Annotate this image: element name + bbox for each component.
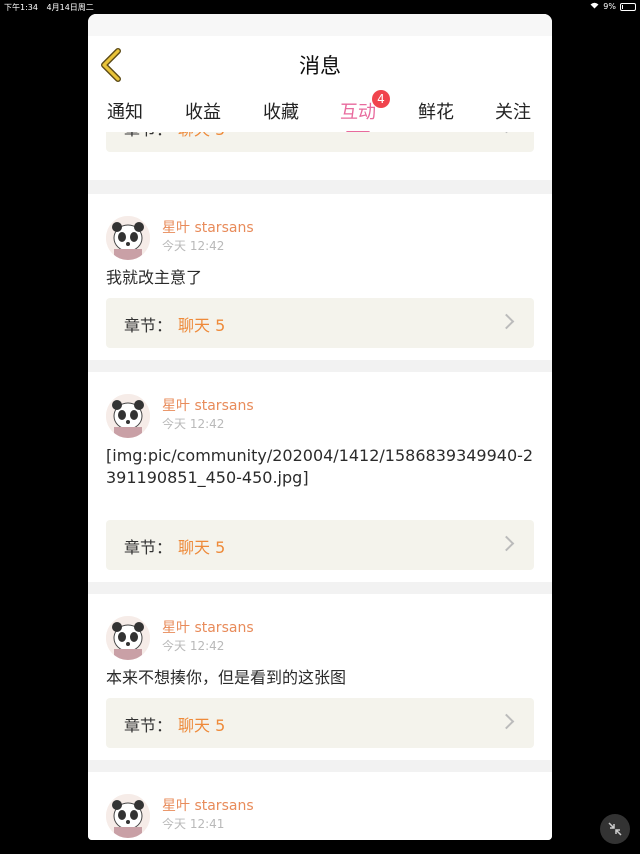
chapter-value: 聊天 5: [178, 316, 226, 335]
message-card-partial: 章节： 聊天 5: [88, 132, 552, 180]
message-card: 星叶 starsans 今天 12:42 [img:pic/community/…: [88, 372, 552, 582]
chapter-label: 章节：: [124, 716, 173, 735]
avatar[interactable]: [106, 394, 150, 438]
message-feed[interactable]: 章节： 聊天 5 星叶 starsans 今天 12:42 我就改主意了: [88, 132, 552, 840]
timestamp: 今天 12:42: [162, 639, 225, 653]
tab-label: 收益: [185, 102, 221, 123]
message-card: 星叶 starsans 今天 12:41: [88, 772, 552, 840]
status-bar: 下午1:34 4月14日周二 9%: [0, 0, 640, 14]
username[interactable]: 星叶 starsans: [162, 217, 254, 237]
tab-earnings[interactable]: 收益: [185, 98, 221, 124]
chevron-right-icon: [498, 132, 515, 134]
username[interactable]: 星叶 starsans: [162, 395, 254, 415]
wifi-icon: [590, 2, 599, 11]
message-card: 星叶 starsans 今天 12:42 本来不想揍你，但是看到的这张图 章节：…: [88, 594, 552, 760]
panda-avatar-icon: [106, 216, 150, 260]
tab-label: 通知: [107, 102, 143, 123]
sheet-top-strip: [88, 14, 552, 36]
panda-avatar-icon: [106, 394, 150, 438]
message-text: 本来不想揍你，但是看到的这张图: [106, 668, 347, 687]
collapse-arrows-icon: [608, 822, 622, 836]
chapter-value: 聊天 5: [178, 716, 226, 735]
username[interactable]: 星叶 starsans: [162, 795, 254, 815]
chapter-label: 章节：: [124, 538, 173, 557]
avatar[interactable]: [106, 794, 150, 838]
header-bar: 消息: [88, 36, 552, 93]
message-sheet: 消息 通知 收益 收藏 互动 4 鲜花 关注 章节： 聊天 5: [88, 14, 552, 840]
timestamp: 今天 12:41: [162, 817, 225, 831]
username[interactable]: 星叶 starsans: [162, 617, 254, 637]
chapter-row[interactable]: 章节： 聊天 5: [106, 520, 534, 570]
chapter-row[interactable]: 章节： 聊天 5: [106, 698, 534, 748]
status-date: 4月14日周二: [46, 3, 94, 12]
panda-avatar-icon: [106, 794, 150, 838]
status-time-date: 下午1:34 4月14日周二: [4, 2, 94, 13]
battery-percent: 9%: [603, 2, 616, 11]
chapter-value: 聊天 5: [178, 132, 225, 140]
tab-flowers[interactable]: 鲜花: [418, 98, 454, 124]
battery-icon: [620, 2, 636, 11]
tab-following[interactable]: 关注: [495, 98, 531, 124]
tab-interactions[interactable]: 互动 4: [340, 90, 390, 134]
chapter-row[interactable]: 章节： 聊天 5: [106, 298, 534, 348]
chapter-label: 章节：: [124, 132, 172, 140]
tab-label: 鲜花: [418, 102, 454, 123]
avatar[interactable]: [106, 216, 150, 260]
message-text: 我就改主意了: [106, 268, 203, 287]
tab-label: 关注: [495, 102, 531, 123]
chevron-right-icon: [498, 713, 515, 730]
chevron-right-icon: [498, 313, 515, 330]
timestamp: 今天 12:42: [162, 239, 225, 253]
tab-bar: 通知 收益 收藏 互动 4 鲜花 关注: [88, 90, 552, 134]
status-time: 下午1:34: [4, 3, 38, 12]
chevron-right-icon: [498, 535, 515, 552]
chapter-value: 聊天 5: [178, 538, 226, 557]
tab-favorites[interactable]: 收藏: [263, 98, 299, 124]
avatar[interactable]: [106, 616, 150, 660]
tab-label: 收藏: [263, 102, 299, 123]
tab-notifications[interactable]: 通知: [107, 98, 143, 124]
chapter-label: 章节：: [124, 316, 173, 335]
status-right: 9%: [590, 2, 636, 11]
page-title: 消息: [299, 54, 341, 78]
unread-badge: 4: [372, 90, 390, 108]
message-text: [img:pic/community/202004/1412/158683934…: [106, 446, 534, 487]
timestamp: 今天 12:42: [162, 417, 225, 431]
collapse-button[interactable]: [600, 814, 630, 844]
panda-avatar-icon: [106, 616, 150, 660]
message-card: 星叶 starsans 今天 12:42 我就改主意了 章节： 聊天 5: [88, 194, 552, 360]
chapter-row[interactable]: 章节： 聊天 5: [106, 132, 534, 152]
tab-label: 互动: [340, 102, 376, 123]
